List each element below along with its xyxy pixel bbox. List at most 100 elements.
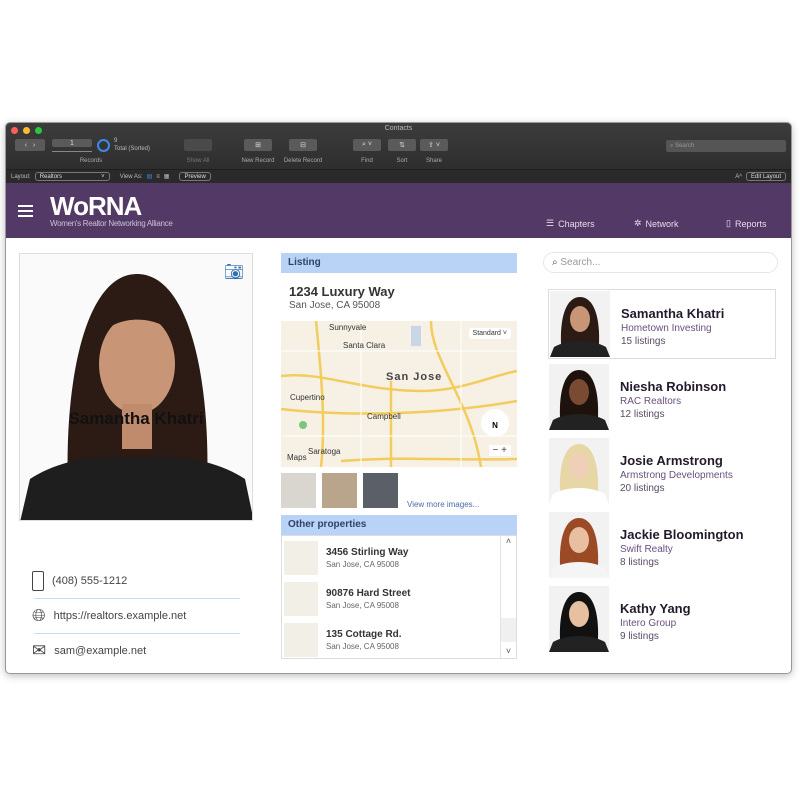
agent-company: Intero Group (620, 618, 677, 629)
agent-photo (549, 438, 609, 504)
hamburger-menu-icon[interactable] (18, 205, 33, 217)
list-view-icon[interactable]: ≡ (156, 174, 160, 180)
agent-list-item[interactable]: Josie Armstrong Armstrong Developments 2… (548, 437, 776, 507)
website-value: https://realtors.example.net (53, 610, 187, 622)
logo: WoRNA (50, 191, 142, 221)
envelope-icon: ✉︎ (32, 641, 47, 660)
tagline: Women's Realtor Networking Alliance (50, 219, 173, 228)
agent-photo (549, 512, 609, 578)
share-label: Share (425, 158, 442, 164)
scroll-up-icon[interactable]: ˄ (501, 536, 516, 546)
delete-record-button[interactable]: ⊟ (289, 139, 317, 151)
profile-photo: 📷︎ (19, 253, 253, 521)
network-icon: ✲ (634, 218, 642, 228)
property-address: 135 Cottage Rd. (326, 628, 402, 640)
layout-value: Realtors (39, 174, 63, 180)
map-type-select[interactable]: Standard ˅ (468, 328, 511, 339)
new-record-button[interactable]: ⊞ (244, 139, 272, 151)
agent-photo (549, 364, 609, 430)
toolbar: Contacts ‹ › 1 9 Total (Sorted) Records … (6, 123, 791, 169)
scroll-thumb[interactable] (501, 618, 516, 642)
agent-search-input[interactable]: ⌕ Search... (543, 252, 778, 273)
map-label: Sunnyvale (329, 323, 367, 332)
email-value: sam@example.net (54, 645, 147, 657)
agent-listings: 12 listings (620, 409, 665, 420)
agent-name: Niesha Robinson (620, 379, 727, 394)
nav-chapters[interactable]: ☰ Chapters (546, 218, 595, 229)
prev-next-buttons[interactable]: ‹ › (15, 139, 45, 151)
total-label: Total (Sorted) (114, 146, 151, 152)
listing-thumbnail[interactable] (363, 473, 398, 508)
agent-company: Hometown Investing (621, 323, 712, 334)
agent-name: Kathy Yang (620, 601, 691, 616)
website-field[interactable]: 🌐︎ https://realtors.example.net (32, 599, 238, 633)
edit-layout-button[interactable]: Edit Layout (745, 172, 786, 181)
app-header: WoRNA Women's Realtor Networking Allianc… (6, 183, 791, 238)
map-type-value: Standard (472, 330, 501, 337)
property-item[interactable]: 135 Cottage Rd. San Jose, CA 95008 (284, 619, 498, 660)
property-map-thumbnail (284, 581, 318, 616)
record-number-field[interactable]: 1 (52, 139, 92, 147)
share-button[interactable]: ⇪ ˅ (420, 139, 448, 151)
listing-thumbnail[interactable] (281, 473, 316, 508)
nav-reports[interactable]: ▯ Reports (726, 218, 766, 229)
form-view-icon[interactable]: ▤ (147, 173, 153, 180)
find-button[interactable]: ⌕ ˅ (353, 139, 381, 151)
map-label: San Jose (386, 371, 443, 383)
listing-thumbnail[interactable] (322, 473, 357, 508)
property-address: 3456 Stirling Way (326, 546, 409, 558)
property-city: San Jose, CA 95008 (326, 600, 399, 610)
search-placeholder: Search... (560, 257, 601, 268)
agent-listings: 15 listings (621, 336, 666, 347)
table-view-icon[interactable]: ▦ (164, 173, 170, 180)
nav-label: Chapters (558, 218, 595, 229)
scrollbar[interactable]: ˄ ˅ (500, 536, 516, 658)
agent-list-item[interactable]: Jackie Bloomington Swift Realty 8 listin… (548, 511, 776, 581)
total-count: 9 (114, 138, 118, 144)
property-address: 90876 Hard Street (326, 587, 411, 599)
property-item[interactable]: 3456 Stirling Way San Jose, CA 95008 (284, 537, 498, 578)
sort-button[interactable]: ⇅ (388, 139, 416, 151)
font-size-icon[interactable]: Aᴬ (735, 174, 742, 180)
listing-city: San Jose, CA 95008 (289, 300, 381, 311)
toolbar-search-input[interactable]: ⌕ Search (666, 140, 786, 152)
layout-bar: Layout: Realtors ˅ View As: ▤ ≡ ▦ Previe… (6, 169, 791, 183)
agent-name: Jackie Bloomington (620, 527, 744, 542)
email-field[interactable]: ✉︎ sam@example.net (32, 634, 238, 668)
show-all-button[interactable] (184, 139, 212, 151)
property-city: San Jose, CA 95008 (326, 559, 399, 569)
camera-icon[interactable]: 📷︎ (224, 262, 244, 282)
agent-list-item[interactable]: Samantha Khatri Hometown Investing 15 li… (548, 289, 776, 359)
map[interactable]: Sunnyvale Santa Clara San Jose Cupertino… (281, 321, 517, 467)
maps-attribution: Maps (287, 453, 307, 462)
property-item[interactable]: 90876 Hard Street San Jose, CA 95008 (284, 578, 498, 619)
list-icon: ☰ (546, 218, 555, 228)
view-as-label: View As: (119, 173, 143, 180)
agent-photo (550, 291, 610, 357)
scroll-down-icon[interactable]: ˅ (501, 646, 516, 656)
window-title: Contacts (384, 125, 413, 132)
phone-value: (408) 555-1212 (52, 575, 128, 587)
zoom-controls[interactable]: − + (488, 445, 511, 456)
records-label: Records (79, 158, 103, 164)
phone-field[interactable]: (408) 555-1212 (32, 564, 238, 598)
agent-company: RAC Realtors (620, 396, 682, 407)
profile-name: Samantha Khatri (68, 409, 204, 428)
progress-ring (97, 139, 110, 152)
map-label: Cupertino (290, 393, 325, 402)
agent-listings: 8 listings (620, 557, 659, 568)
agent-name: Josie Armstrong (620, 453, 723, 468)
preview-button[interactable]: Preview (179, 172, 211, 181)
compass-icon[interactable]: N (481, 409, 509, 437)
agent-list-item[interactable]: Kathy Yang Intero Group 9 listings (548, 585, 776, 655)
new-record-label: New Record (241, 158, 275, 164)
search-placeholder: Search (675, 143, 695, 149)
layout-select[interactable]: Realtors ˅ (34, 172, 110, 181)
app-window: Contacts ‹ › 1 9 Total (Sorted) Records … (5, 122, 792, 674)
record-slider[interactable] (52, 151, 92, 152)
view-more-images-link[interactable]: View more images... (407, 500, 479, 509)
agent-name: Samantha Khatri (621, 306, 725, 321)
nav-network[interactable]: ✲ Network (634, 218, 679, 229)
sort-label: Sort (396, 158, 408, 164)
agent-list-item[interactable]: Niesha Robinson RAC Realtors 12 listings (548, 363, 776, 433)
